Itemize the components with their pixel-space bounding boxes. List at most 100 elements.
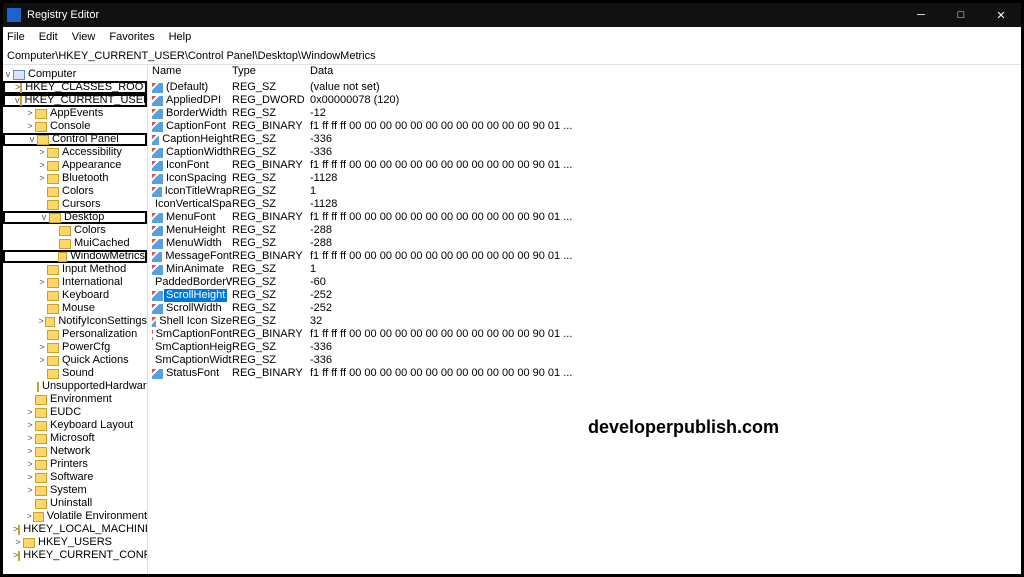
tree-kbdlayout[interactable]: Keyboard Layout <box>50 419 133 432</box>
table-row[interactable]: (Default)REG_SZ(value not set) <box>148 81 1021 94</box>
tree-windowmetrics[interactable]: WindowMetrics <box>70 250 145 263</box>
value-type: REG_SZ <box>232 237 310 250</box>
table-row[interactable]: MenuFontREG_BINARYf1 ff ff ff 00 00 00 0… <box>148 211 1021 224</box>
table-row[interactable]: AppliedDPIREG_DWORD0x00000078 (120) <box>148 94 1021 107</box>
tree-hkcr[interactable]: HKEY_CLASSES_ROOT <box>25 81 148 94</box>
tree-colors2[interactable]: Colors <box>74 224 106 237</box>
tree-muicached[interactable]: MuiCached <box>74 237 130 250</box>
tree-environment[interactable]: Environment <box>50 393 112 406</box>
tree-computer[interactable]: Computer <box>28 68 76 81</box>
close-button[interactable]: ✕ <box>981 3 1021 27</box>
tree-inputmethod[interactable]: Input Method <box>62 263 126 276</box>
tree-personalization[interactable]: Personalization <box>62 328 137 341</box>
table-row[interactable]: IconTitleWrapREG_SZ1 <box>148 185 1021 198</box>
tree-quickactions[interactable]: Quick Actions <box>62 354 129 367</box>
table-row[interactable]: MinAnimateREG_SZ1 <box>148 263 1021 276</box>
tree-international[interactable]: International <box>62 276 123 289</box>
table-row[interactable]: BorderWidthREG_SZ-12 <box>148 107 1021 120</box>
table-row[interactable]: CaptionWidthREG_SZ-336 <box>148 146 1021 159</box>
tree-cursors[interactable]: Cursors <box>62 198 101 211</box>
table-row[interactable]: StatusFontREG_BINARYf1 ff ff ff 00 00 00… <box>148 367 1021 380</box>
tree-hkcc[interactable]: HKEY_CURRENT_CONFIG <box>23 549 148 562</box>
value-name: BorderWidth <box>166 107 227 120</box>
table-row[interactable]: PaddedBorderWi...REG_SZ-60 <box>148 276 1021 289</box>
menu-favorites[interactable]: Favorites <box>109 31 154 43</box>
menu-view[interactable]: View <box>72 31 96 43</box>
tree-hku[interactable]: HKEY_USERS <box>38 536 112 549</box>
tree-microsoft[interactable]: Microsoft <box>50 432 95 445</box>
table-row[interactable]: ScrollHeightREG_SZ-252 <box>148 289 1021 302</box>
tree-unsupported[interactable]: UnsupportedHardwareN <box>42 380 148 393</box>
tree-system[interactable]: System <box>50 484 87 497</box>
value-type: REG_SZ <box>232 302 310 315</box>
registry-value-icon <box>152 330 153 340</box>
col-type[interactable]: Type <box>232 65 310 81</box>
tree-bluetooth[interactable]: Bluetooth <box>62 172 108 185</box>
value-type: REG_SZ <box>232 276 310 289</box>
menu-help[interactable]: Help <box>169 31 192 43</box>
tree-controlpanel[interactable]: Control Panel <box>52 133 119 146</box>
table-row[interactable]: CaptionHeightREG_SZ-336 <box>148 133 1021 146</box>
table-row[interactable]: MessageFontREG_BINARYf1 ff ff ff 00 00 0… <box>148 250 1021 263</box>
table-row[interactable]: SmCaptionFontREG_BINARYf1 ff ff ff 00 00… <box>148 328 1021 341</box>
col-data[interactable]: Data <box>310 65 1021 81</box>
tree-printers[interactable]: Printers <box>50 458 88 471</box>
folder-icon <box>47 278 59 288</box>
registry-value-icon <box>152 213 163 223</box>
tree-eudc[interactable]: EUDC <box>50 406 81 419</box>
tree-uninstall[interactable]: Uninstall <box>50 497 92 510</box>
tree-software[interactable]: Software <box>50 471 93 484</box>
table-row[interactable]: IconFontREG_BINARYf1 ff ff ff 00 00 00 0… <box>148 159 1021 172</box>
folder-icon <box>47 356 59 366</box>
tree-hkcu[interactable]: HKEY_CURRENT_USER <box>25 94 149 107</box>
tree-network[interactable]: Network <box>50 445 90 458</box>
tree-pane[interactable]: vComputer >HKEY_CLASSES_ROOT vHKEY_CURRE… <box>3 65 148 574</box>
table-row[interactable]: IconVerticalSpaci...REG_SZ-1128 <box>148 198 1021 211</box>
menu-file[interactable]: File <box>7 31 25 43</box>
value-name: SmCaptionFont <box>156 328 232 341</box>
table-row[interactable]: SmCaptionWidthREG_SZ-336 <box>148 354 1021 367</box>
table-row[interactable]: MenuHeightREG_SZ-288 <box>148 224 1021 237</box>
table-row[interactable]: IconSpacingREG_SZ-1128 <box>148 172 1021 185</box>
value-name: (Default) <box>166 81 208 94</box>
minimize-button[interactable]: ─ <box>901 3 941 27</box>
tree-accessibility[interactable]: Accessibility <box>62 146 122 159</box>
tree-desktop[interactable]: Desktop <box>64 211 104 224</box>
menu-edit[interactable]: Edit <box>39 31 58 43</box>
folder-icon <box>35 460 47 470</box>
address-bar[interactable]: Computer\HKEY_CURRENT_USER\Control Panel… <box>3 47 1021 65</box>
value-name: SmCaptionHeight <box>155 341 232 354</box>
value-data: -336 <box>310 354 1021 367</box>
folder-icon <box>18 551 20 561</box>
value-name: MessageFont <box>165 250 232 263</box>
values-pane[interactable]: Name Type Data (Default)REG_SZ(value not… <box>148 65 1021 574</box>
regedit-icon <box>7 8 21 22</box>
table-row[interactable]: CaptionFontREG_BINARYf1 ff ff ff 00 00 0… <box>148 120 1021 133</box>
tree-notifyicon[interactable]: NotifyIconSettings <box>58 315 147 328</box>
value-type: REG_SZ <box>232 133 310 146</box>
table-row[interactable]: Shell Icon SizeREG_SZ32 <box>148 315 1021 328</box>
column-headers[interactable]: Name Type Data <box>148 65 1021 81</box>
table-row[interactable]: MenuWidthREG_SZ-288 <box>148 237 1021 250</box>
tree-console[interactable]: Console <box>50 120 90 133</box>
tree-keyboard[interactable]: Keyboard <box>62 289 109 302</box>
tree-sound[interactable]: Sound <box>62 367 94 380</box>
folder-icon <box>35 122 47 132</box>
tree-powercfg[interactable]: PowerCfg <box>62 341 110 354</box>
value-data: (value not set) <box>310 81 1021 94</box>
table-row[interactable]: ScrollWidthREG_SZ-252 <box>148 302 1021 315</box>
tree-mouse[interactable]: Mouse <box>62 302 95 315</box>
tree-volatile[interactable]: Volatile Environment <box>47 510 147 523</box>
tree-appevents[interactable]: AppEvents <box>50 107 103 120</box>
folder-icon <box>47 330 59 340</box>
col-name[interactable]: Name <box>152 65 232 81</box>
tree-appearance[interactable]: Appearance <box>62 159 121 172</box>
registry-value-icon <box>152 135 159 145</box>
table-row[interactable]: SmCaptionHeightREG_SZ-336 <box>148 341 1021 354</box>
folder-icon <box>45 317 55 327</box>
registry-value-icon <box>152 252 162 262</box>
maximize-button[interactable]: □ <box>941 3 981 27</box>
value-name: ScrollWidth <box>166 302 222 315</box>
tree-hklm[interactable]: HKEY_LOCAL_MACHINE <box>23 523 148 536</box>
tree-colors[interactable]: Colors <box>62 185 94 198</box>
